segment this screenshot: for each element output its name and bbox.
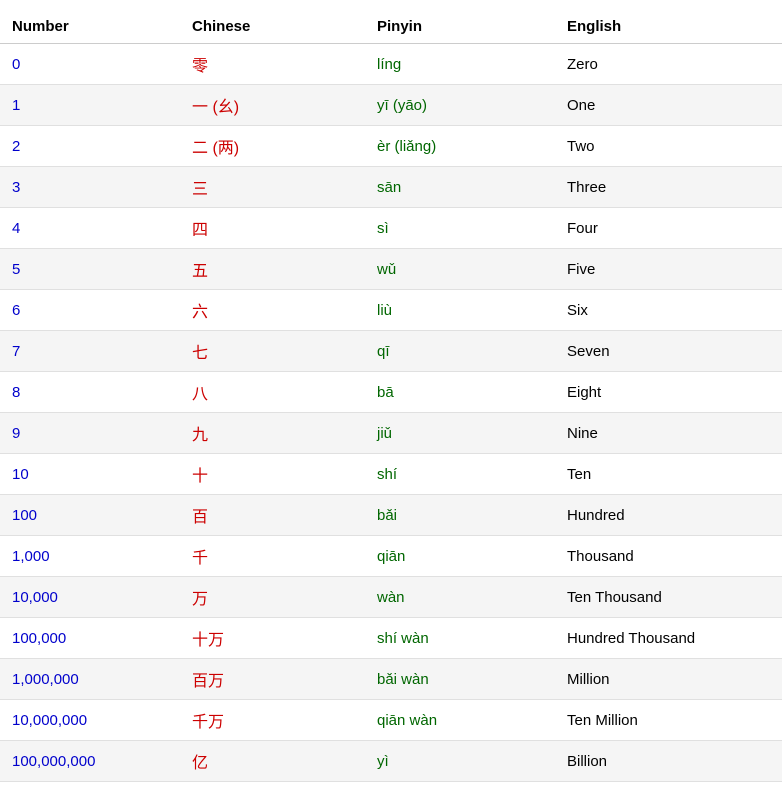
table-row: 10十shíTen: [0, 454, 782, 495]
cell-pinyin: liù: [365, 290, 555, 331]
cell-number: 100,000,000: [0, 741, 180, 782]
cell-english: Three: [555, 167, 782, 208]
header-pinyin: Pinyin: [365, 10, 555, 44]
cell-chinese: 亿: [180, 741, 365, 782]
cell-number: 1,000: [0, 536, 180, 577]
cell-chinese: 十: [180, 454, 365, 495]
table-row: 6六liùSix: [0, 290, 782, 331]
table-row: 3三sānThree: [0, 167, 782, 208]
cell-number: 1,000,000: [0, 659, 180, 700]
table-row: 100,000,000亿yìBillion: [0, 741, 782, 782]
numbers-table: Number Chinese Pinyin English 0零língZero…: [0, 10, 782, 782]
cell-english: Five: [555, 249, 782, 290]
cell-chinese: 零: [180, 44, 365, 85]
table-row: 1,000千qiānThousand: [0, 536, 782, 577]
cell-number: 0: [0, 44, 180, 85]
cell-pinyin: sì: [365, 208, 555, 249]
cell-number: 4: [0, 208, 180, 249]
cell-english: Billion: [555, 741, 782, 782]
table-row: 10,000,000千万qiān wànTen Million: [0, 700, 782, 741]
header-english: English: [555, 10, 782, 44]
cell-chinese: 万: [180, 577, 365, 618]
cell-chinese: 三: [180, 167, 365, 208]
table-row: 8八bāEight: [0, 372, 782, 413]
cell-number: 10,000,000: [0, 700, 180, 741]
table-row: 100百bǎiHundred: [0, 495, 782, 536]
cell-pinyin: wǔ: [365, 249, 555, 290]
cell-pinyin: qiān wàn: [365, 700, 555, 741]
cell-pinyin: shí: [365, 454, 555, 495]
cell-english: Seven: [555, 331, 782, 372]
cell-pinyin: yī (yāo): [365, 85, 555, 126]
table-row: 0零língZero: [0, 44, 782, 85]
cell-chinese: 五: [180, 249, 365, 290]
table-row: 1,000,000百万bǎi wànMillion: [0, 659, 782, 700]
cell-pinyin: bǎi: [365, 495, 555, 536]
cell-english: Thousand: [555, 536, 782, 577]
cell-pinyin: qī: [365, 331, 555, 372]
cell-chinese: 百万: [180, 659, 365, 700]
cell-chinese: 一 (幺): [180, 85, 365, 126]
cell-number: 10,000: [0, 577, 180, 618]
cell-number: 100,000: [0, 618, 180, 659]
cell-english: One: [555, 85, 782, 126]
cell-english: Eight: [555, 372, 782, 413]
cell-pinyin: yì: [365, 741, 555, 782]
cell-number: 6: [0, 290, 180, 331]
cell-english: Million: [555, 659, 782, 700]
cell-english: Six: [555, 290, 782, 331]
cell-pinyin: líng: [365, 44, 555, 85]
cell-number: 1: [0, 85, 180, 126]
table-row: 9九jiǔNine: [0, 413, 782, 454]
cell-english: Ten: [555, 454, 782, 495]
table-row: 7七qīSeven: [0, 331, 782, 372]
cell-pinyin: èr (liǎng): [365, 126, 555, 167]
cell-chinese: 百: [180, 495, 365, 536]
cell-number: 10: [0, 454, 180, 495]
cell-number: 100: [0, 495, 180, 536]
cell-number: 5: [0, 249, 180, 290]
cell-pinyin: jiǔ: [365, 413, 555, 454]
cell-english: Hundred Thousand: [555, 618, 782, 659]
cell-english: Ten Million: [555, 700, 782, 741]
cell-chinese: 四: [180, 208, 365, 249]
table-row: 4四sìFour: [0, 208, 782, 249]
cell-pinyin: bǎi wàn: [365, 659, 555, 700]
cell-chinese: 七: [180, 331, 365, 372]
cell-chinese: 二 (两): [180, 126, 365, 167]
header-number: Number: [0, 10, 180, 44]
cell-number: 2: [0, 126, 180, 167]
cell-number: 9: [0, 413, 180, 454]
table-row: 5五wǔFive: [0, 249, 782, 290]
cell-english: Zero: [555, 44, 782, 85]
table-row: 10,000万wànTen Thousand: [0, 577, 782, 618]
cell-number: 8: [0, 372, 180, 413]
table-container: Number Chinese Pinyin English 0零língZero…: [0, 0, 782, 792]
cell-pinyin: qiān: [365, 536, 555, 577]
cell-english: Two: [555, 126, 782, 167]
cell-chinese: 六: [180, 290, 365, 331]
cell-pinyin: sān: [365, 167, 555, 208]
table-row: 100,000十万shí wànHundred Thousand: [0, 618, 782, 659]
cell-number: 7: [0, 331, 180, 372]
cell-chinese: 千: [180, 536, 365, 577]
table-body: 0零língZero1一 (幺)yī (yāo)One2二 (两)èr (liǎ…: [0, 44, 782, 782]
table-row: 2二 (两)èr (liǎng)Two: [0, 126, 782, 167]
cell-pinyin: wàn: [365, 577, 555, 618]
cell-english: Hundred: [555, 495, 782, 536]
cell-chinese: 九: [180, 413, 365, 454]
cell-chinese: 八: [180, 372, 365, 413]
table-row: 1一 (幺)yī (yāo)One: [0, 85, 782, 126]
table-header-row: Number Chinese Pinyin English: [0, 10, 782, 44]
cell-english: Nine: [555, 413, 782, 454]
header-chinese: Chinese: [180, 10, 365, 44]
cell-english: Ten Thousand: [555, 577, 782, 618]
cell-pinyin: bā: [365, 372, 555, 413]
cell-english: Four: [555, 208, 782, 249]
cell-chinese: 千万: [180, 700, 365, 741]
cell-chinese: 十万: [180, 618, 365, 659]
cell-number: 3: [0, 167, 180, 208]
cell-pinyin: shí wàn: [365, 618, 555, 659]
